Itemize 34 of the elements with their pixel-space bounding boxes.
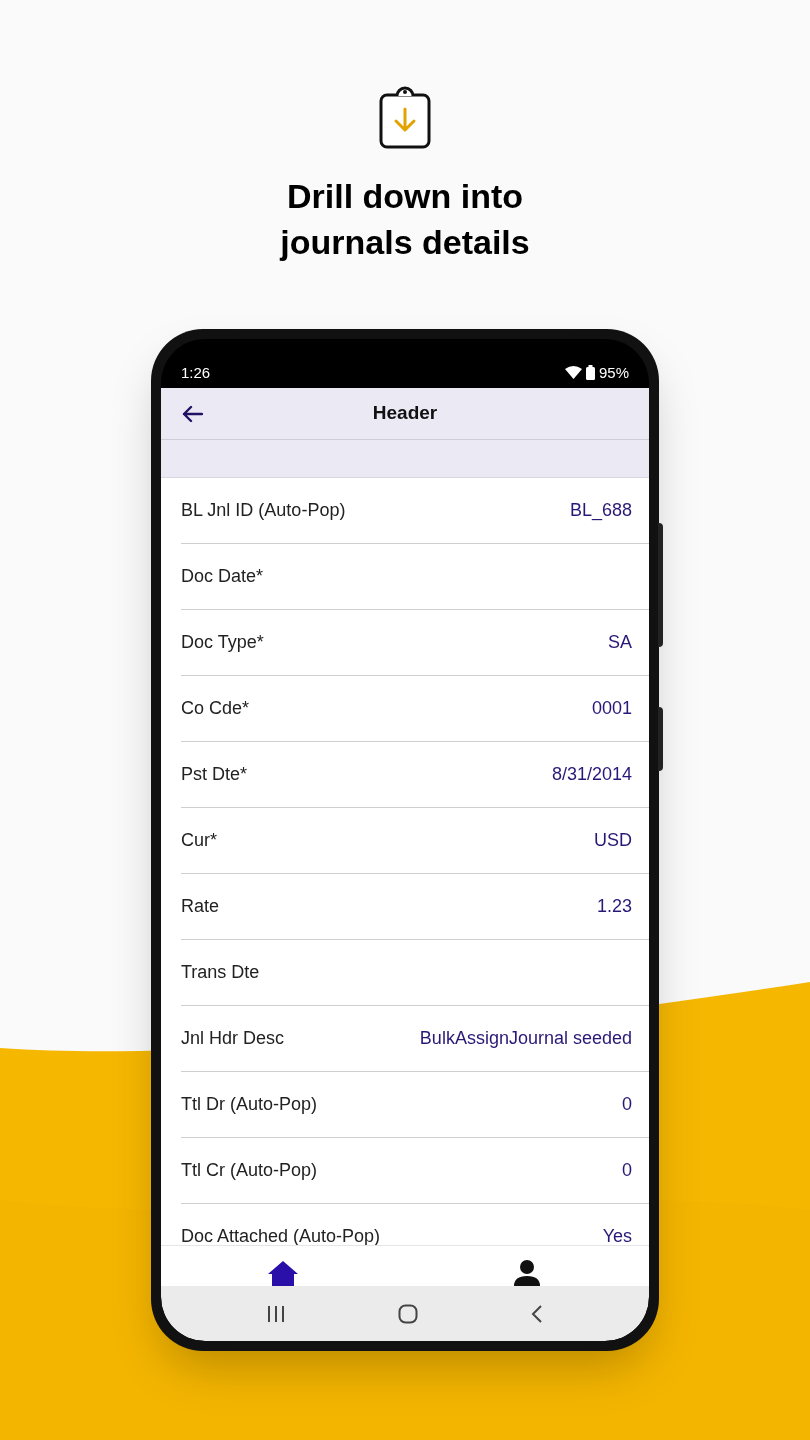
field-value: Yes — [602, 1224, 632, 1246]
field-label: Trans Dte — [181, 960, 260, 984]
field-label: BL Jnl ID (Auto-Pop) — [181, 498, 346, 522]
person-icon[interactable] — [513, 1260, 541, 1287]
field-label: Ttl Cr (Auto-Pop) — [181, 1158, 318, 1182]
field-value: 8/31/2014 — [551, 762, 632, 786]
headline: Drill down into journals details — [280, 176, 530, 263]
back-arrow-icon — [181, 404, 203, 423]
wifi-icon — [564, 366, 582, 380]
battery-percent: 95% — [598, 362, 629, 383]
field-label: Doc Attached (Auto-Pop) — [181, 1224, 381, 1246]
field-value: SA — [608, 630, 632, 654]
field-label: Co Cde* — [181, 696, 250, 720]
field-value: 0001 — [591, 696, 632, 720]
field-label: Cur* — [181, 828, 217, 852]
home-icon[interactable] — [267, 1260, 299, 1287]
field-value: USD — [594, 828, 632, 852]
recent-apps-icon[interactable] — [267, 1304, 286, 1323]
battery-icon — [585, 365, 595, 381]
back-chevron-icon[interactable] — [530, 1303, 543, 1324]
field-label: Rate — [181, 894, 220, 918]
field-label: Jnl Hdr Desc — [181, 1026, 285, 1050]
field-value: BulkAssignJournal seeded — [419, 1026, 632, 1050]
field-label: Ttl Dr (Auto-Pop) — [181, 1092, 318, 1116]
screen-title: Header — [372, 401, 438, 426]
field-value: 0 — [622, 1092, 632, 1116]
field-value: 0 — [622, 1158, 632, 1182]
field-value: BL_688 — [569, 498, 632, 523]
status-time: 1:26 — [181, 362, 211, 383]
field-value: 1.23 — [596, 894, 632, 918]
field-label: Doc Date* — [181, 564, 264, 588]
field-label: Doc Type* — [181, 630, 264, 654]
field-label: Pst Dte* — [181, 762, 248, 786]
clipboard-download-icon — [379, 85, 431, 149]
